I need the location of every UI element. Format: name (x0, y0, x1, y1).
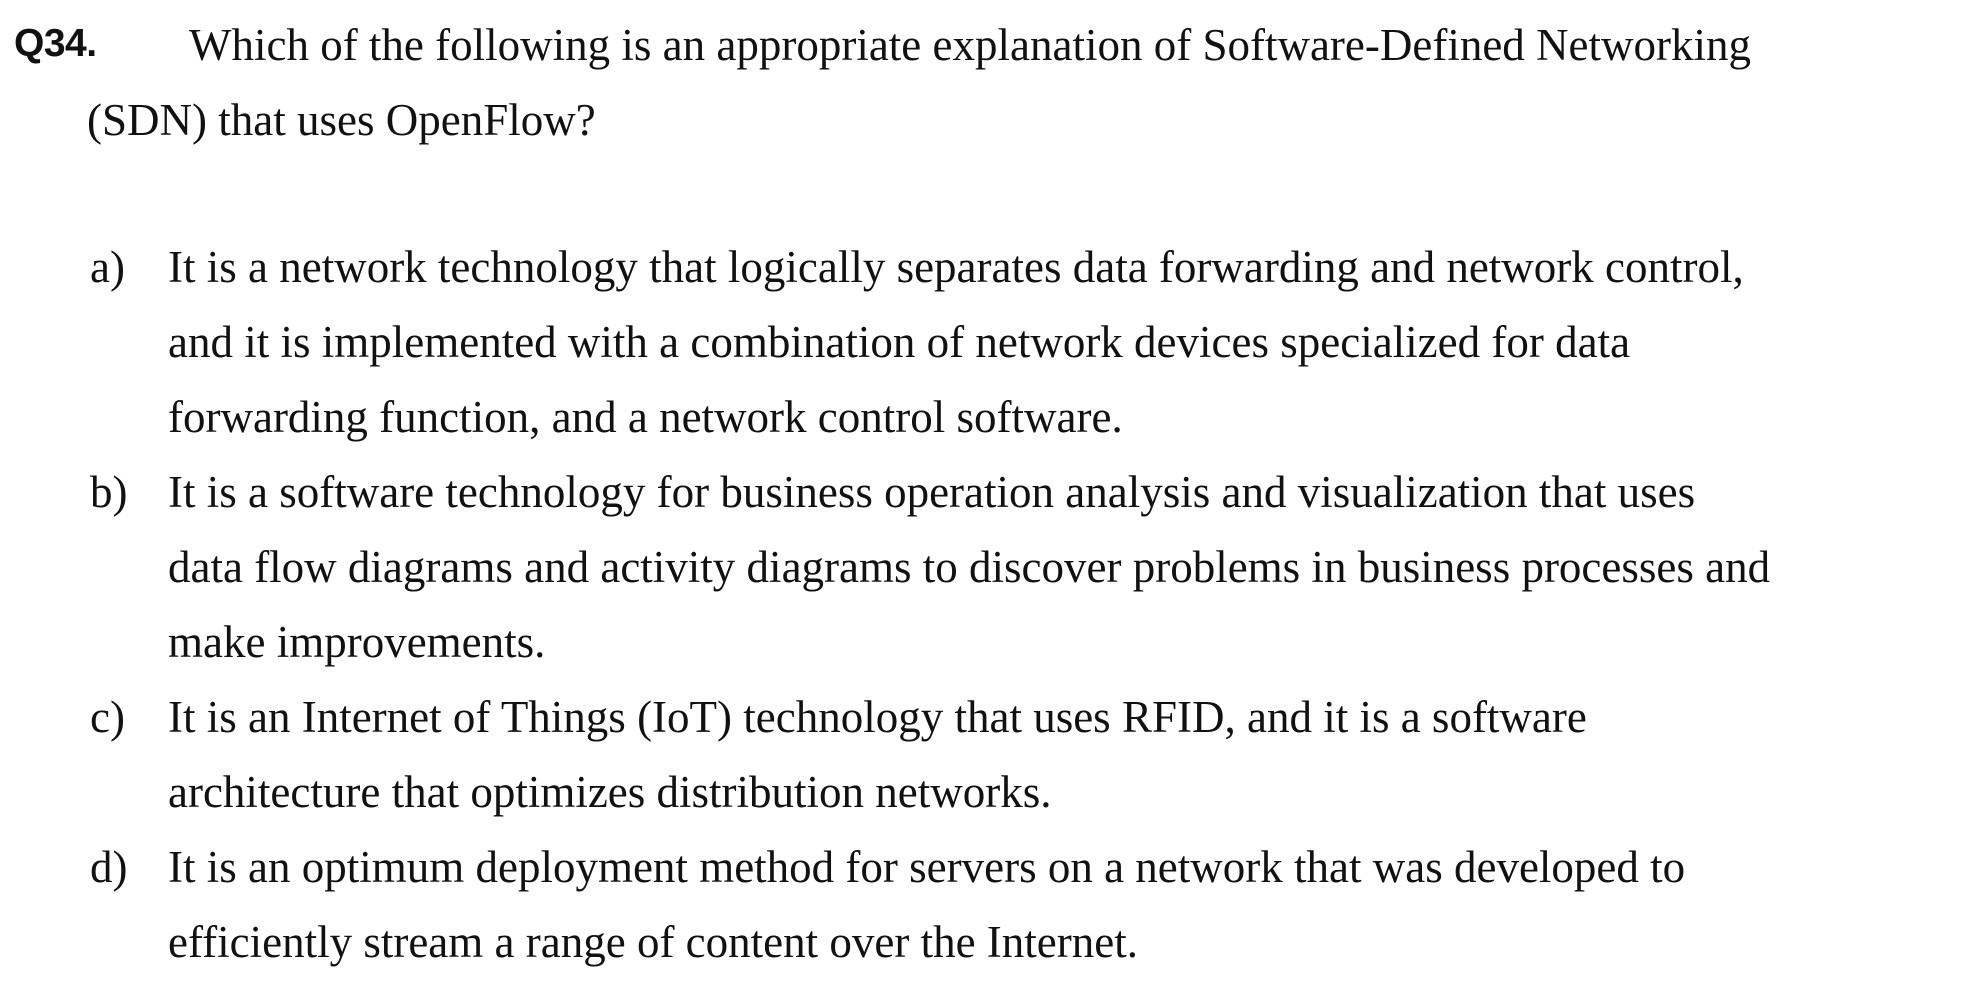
option-text-line: forwarding function, and a network contr… (168, 392, 1123, 442)
option-text-line: data flow diagrams and activity diagrams… (168, 542, 1771, 592)
option-label: c) (90, 692, 125, 742)
option-text-line: It is a network technology that logicall… (168, 242, 1744, 292)
option-text-line: It is a software technology for business… (168, 467, 1696, 517)
question-stem: Q34. Which of the following is an approp… (14, 8, 1954, 145)
option-text-line: It is an Internet of Things (IoT) techno… (168, 692, 1587, 742)
option-a: a) It is a network technology that logic… (0, 230, 1966, 455)
option-text: It is an optimum deployment method for s… (168, 830, 1966, 980)
option-text-line: architecture that optimizes distribution… (168, 767, 1052, 817)
option-text-line: efficiently stream a range of content ov… (168, 917, 1138, 967)
option-label: a) (90, 242, 125, 292)
option-label: b) (90, 467, 128, 517)
option-text: It is a software technology for business… (168, 455, 1966, 680)
option-c: c) It is an Internet of Things (IoT) tec… (0, 680, 1966, 830)
question-block: Q34. Which of the following is an approp… (14, 8, 1954, 145)
question-text-line-2: (SDN) that uses OpenFlow? (87, 95, 596, 145)
option-text-line: make improvements. (168, 617, 546, 667)
option-text: It is an Internet of Things (IoT) techno… (168, 680, 1966, 830)
option-label: d) (90, 842, 128, 892)
option-text: It is a network technology that logicall… (168, 230, 1966, 455)
question-number: Q34. (14, 22, 97, 65)
option-text-line: and it is implemented with a combination… (168, 317, 1631, 367)
answer-options: a) It is a network technology that logic… (0, 230, 1966, 980)
option-b: b) It is a software technology for busin… (0, 455, 1966, 680)
document-page: Q34. Which of the following is an approp… (0, 0, 1966, 984)
option-d: d) It is an optimum deployment method fo… (0, 830, 1966, 980)
question-text-line-1: Which of the following is an appropriate… (189, 20, 1752, 70)
option-text-line: It is an optimum deployment method for s… (168, 842, 1686, 892)
